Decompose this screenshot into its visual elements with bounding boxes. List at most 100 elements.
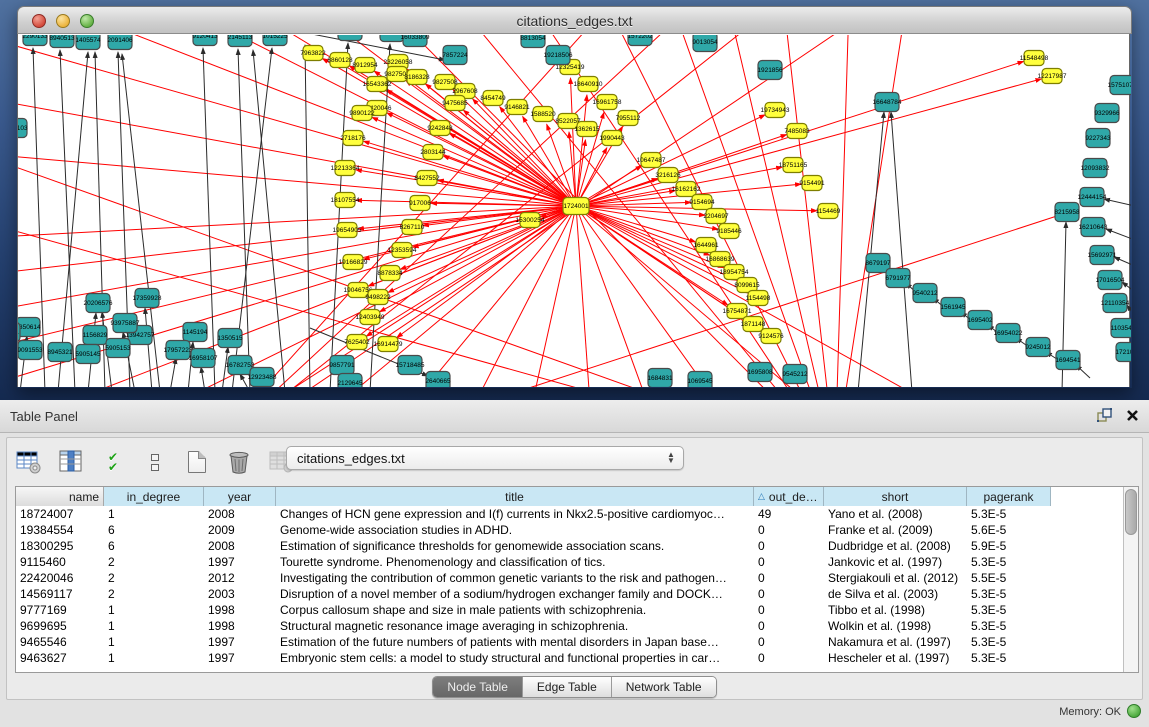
- table-row[interactable]: 969969511998Structural magnetic resonanc…: [16, 618, 1124, 634]
- network-node-teal[interactable]: 6791977: [885, 269, 911, 288]
- network-node-teal[interactable]: 15718485: [396, 356, 425, 375]
- column-header-out_de[interactable]: △out_de…: [754, 487, 824, 506]
- table-row[interactable]: 1456911722003Disruption of a novel membe…: [16, 586, 1124, 602]
- network-node-teal[interactable]: 93975887: [111, 314, 140, 333]
- network-node-yellow[interactable]: 16914479: [374, 337, 403, 352]
- network-node-teal[interactable]: 1694541: [1055, 351, 1081, 370]
- table-row[interactable]: 1830029562008Estimation of significance …: [16, 538, 1124, 554]
- network-node-teal[interactable]: 16954022: [994, 324, 1023, 343]
- network-edge[interactable]: [891, 112, 912, 392]
- network-node-teal[interactable]: 1721045: [1115, 343, 1141, 362]
- network-node-yellow[interactable]: 9498222: [365, 290, 391, 305]
- network-node-teal[interactable]: 19218506: [544, 46, 573, 65]
- network-node-yellow[interactable]: 9475685: [442, 96, 468, 111]
- network-edge[interactable]: [660, 0, 835, 400]
- network-node-yellow[interactable]: 9124576: [758, 329, 784, 344]
- network-edge[interactable]: [835, 0, 850, 400]
- network-edge[interactable]: [170, 358, 176, 392]
- network-node-teal[interactable]: 9540212: [912, 284, 938, 303]
- network-node-teal[interactable]: 12923488: [248, 368, 277, 387]
- network-node-yellow[interactable]: 18751165: [779, 158, 808, 173]
- network-node-yellow[interactable]: 12353594: [388, 243, 417, 258]
- column-header-pagerank[interactable]: pagerank: [967, 487, 1051, 506]
- network-node-teal[interactable]: 16210643: [1079, 218, 1108, 237]
- network-node-yellow[interactable]: 1362615: [574, 122, 600, 137]
- network-node-yellow[interactable]: 8267110: [400, 220, 425, 235]
- column-header-in_degree[interactable]: in_degree: [104, 487, 204, 506]
- toggle-columns-icon[interactable]: [57, 448, 85, 476]
- network-edge[interactable]: [835, 0, 910, 400]
- column-header-name[interactable]: name: [16, 487, 104, 506]
- network-node-yellow[interactable]: 9154694: [689, 195, 715, 210]
- network-node-yellow[interactable]: 1724001: [563, 198, 589, 215]
- network-node-teal[interactable]: 16648784: [873, 93, 902, 112]
- network-node-yellow[interactable]: 9146821: [504, 100, 530, 115]
- network-node-yellow[interactable]: 8878334: [377, 266, 403, 281]
- network-node-teal[interactable]: 9013054: [692, 33, 718, 52]
- network-node-teal[interactable]: 12444154: [1078, 188, 1107, 207]
- network-node-yellow[interactable]: 8186328: [404, 70, 430, 85]
- network-edge[interactable]: [201, 367, 205, 392]
- network-window-titlebar[interactable]: citations_edges.txt: [17, 6, 1132, 34]
- network-node-teal[interactable]: 1561945: [940, 298, 966, 317]
- network-node-teal[interactable]: 1921856: [757, 61, 783, 80]
- network-node-yellow[interactable]: 3216126: [655, 168, 681, 183]
- network-node-yellow[interactable]: 19734943: [761, 103, 790, 118]
- network-node-yellow[interactable]: 9185446: [716, 224, 742, 239]
- network-node-yellow[interactable]: 19654905: [333, 223, 362, 238]
- network-node-teal[interactable]: 9329966: [1094, 104, 1120, 123]
- table-row[interactable]: 1872400712008Changes of HCN gene express…: [16, 506, 1124, 522]
- network-node-teal[interactable]: 12093832: [1081, 159, 1110, 178]
- network-edge[interactable]: [570, 78, 576, 206]
- network-node-teal[interactable]: 8945321: [47, 343, 73, 362]
- network-node-teal[interactable]: 9545212: [782, 365, 808, 384]
- table-row[interactable]: 946554611997Estimation of the future num…: [16, 634, 1124, 650]
- network-node-yellow[interactable]: 8860128: [327, 53, 353, 68]
- network-node-yellow[interactable]: 7955112: [616, 111, 641, 126]
- network-node-teal[interactable]: 9245012: [1025, 338, 1051, 357]
- network-node-yellow[interactable]: 7485083: [784, 124, 810, 139]
- network-node-yellow[interactable]: 9242848: [427, 121, 453, 136]
- network-node-yellow[interactable]: 9154491: [799, 176, 825, 191]
- network-node-teal[interactable]: 1695402: [967, 311, 993, 330]
- network-node-teal[interactable]: 1156829: [83, 326, 108, 345]
- network-node-yellow[interactable]: 9890122: [349, 106, 375, 121]
- network-node-teal[interactable]: 20206576: [84, 294, 113, 313]
- network-node-teal[interactable]: 1350515: [217, 329, 243, 348]
- table-row[interactable]: 946362711997Embryonic stem cells: a mode…: [16, 650, 1124, 666]
- network-node-teal[interactable]: 17359928: [133, 289, 162, 308]
- network-node-yellow[interactable]: 1644961: [693, 238, 719, 253]
- network-node-yellow[interactable]: 12213364: [331, 161, 360, 176]
- network-node-yellow[interactable]: 19166829: [339, 255, 368, 270]
- network-node-teal[interactable]: 9091553: [17, 341, 43, 360]
- network-node-teal[interactable]: 9227343: [1085, 129, 1111, 148]
- network-node-yellow[interactable]: 1154498: [746, 291, 771, 306]
- table-row[interactable]: 911546021997Tourette syndrome. Phenomeno…: [16, 554, 1124, 570]
- network-node-yellow[interactable]: 8427552: [414, 171, 440, 186]
- vertical-scrollbar[interactable]: [1123, 487, 1138, 672]
- network-edge[interactable]: [1104, 199, 1135, 206]
- network-node-yellow[interactable]: 8454749: [480, 91, 506, 106]
- network-node-teal[interactable]: 5905145: [75, 345, 101, 364]
- table-source-dropdown[interactable]: citations_edges.txt ▲▼: [286, 446, 684, 470]
- network-node-teal[interactable]: 8215958: [1054, 203, 1080, 222]
- network-node-yellow[interactable]: 11548498: [1020, 51, 1049, 66]
- network-node-teal[interactable]: 16958107: [189, 349, 218, 368]
- network-node-teal[interactable]: 1684831: [647, 369, 673, 388]
- network-edge[interactable]: [0, 206, 576, 240]
- clear-selection-icon[interactable]: [141, 448, 169, 476]
- network-node-teal[interactable]: 9857791: [329, 356, 355, 375]
- network-edge[interactable]: [0, 150, 576, 206]
- network-node-yellow[interactable]: 7625402: [344, 335, 370, 350]
- network-node-teal[interactable]: 15751074: [1108, 76, 1137, 95]
- table-row[interactable]: 1938455462009Genome-wide association stu…: [16, 522, 1124, 538]
- network-node-teal[interactable]: 12110354: [1101, 294, 1130, 313]
- network-edge[interactable]: [1106, 229, 1135, 240]
- network-node-teal[interactable]: 2129645: [337, 374, 363, 393]
- network-edge[interactable]: [253, 50, 285, 392]
- float-window-icon[interactable]: [1096, 407, 1112, 428]
- network-edge[interactable]: [443, 156, 576, 206]
- tab-network-table[interactable]: Network Table: [612, 677, 716, 697]
- select-all-icon[interactable]: ✔✔: [99, 448, 127, 476]
- network-node-teal[interactable]: 15692971: [1088, 246, 1117, 265]
